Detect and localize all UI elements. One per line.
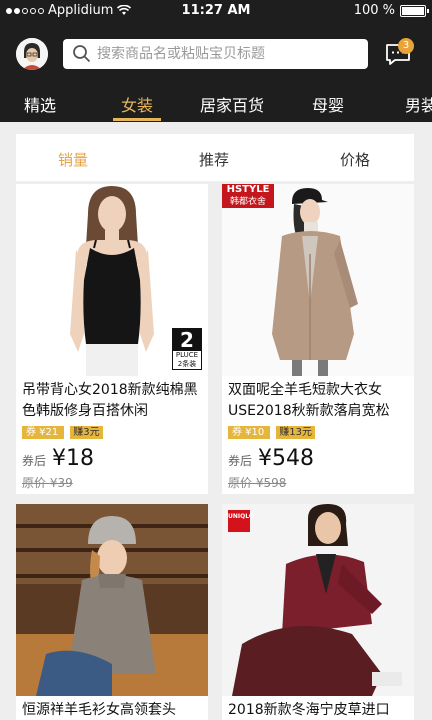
user-avatar[interactable] (16, 38, 48, 70)
product-title: 恒源祥羊毛衫女高领套头 (22, 702, 176, 718)
coupon-tag: 券 ¥21 (22, 426, 65, 439)
product-photo (16, 504, 208, 696)
message-count-badge: 3 (398, 38, 414, 54)
product-card[interactable]: 2 PLUCE 2条装 吊带背心女2018新款纯棉黑色韩版修身百搭休闲 券 ¥2… (16, 184, 208, 494)
avatar-icon (16, 38, 48, 70)
original-price: 原价 ¥598 (228, 476, 287, 490)
product-image[interactable]: UNIQLO (222, 504, 414, 696)
tab-mens-clothing[interactable]: 男装 (405, 92, 432, 116)
sort-recommended[interactable]: 推荐 (199, 149, 229, 170)
tab-baby[interactable]: 母婴 (312, 92, 344, 116)
product-photo (222, 184, 414, 376)
original-price: 原价 ¥39 (22, 476, 73, 490)
product-title: 2018新款冬海宁皮草进口 (228, 702, 390, 718)
coupon-tag: 券 ¥10 (228, 426, 271, 439)
active-tab-indicator (113, 118, 161, 121)
product-photo (222, 504, 414, 696)
product-card[interactable]: HSTYLE 韩都衣舍 双面呢全羊毛短款大衣女USE2018秋新款落肩宽松 券 … (222, 184, 414, 494)
battery-percent: 100 % (353, 3, 395, 18)
product-image[interactable]: 2 PLUCE 2条装 (16, 184, 208, 376)
two-pack-badge: 2 PLUCE 2条装 (172, 328, 202, 370)
after-coupon-price: ¥18 (52, 446, 95, 471)
sort-tabs: 销量 推荐 价格 (16, 134, 414, 182)
product-image[interactable] (16, 504, 208, 696)
category-tabs: 精选 女装 居家百货 母婴 男装 (0, 84, 432, 122)
product-image[interactable]: HSTYLE 韩都衣舍 (222, 184, 414, 376)
product-card[interactable]: 恒源祥羊毛衫女高领套头 (16, 504, 208, 720)
search-icon (73, 45, 91, 63)
sort-price[interactable]: 价格 (340, 149, 370, 170)
tab-womens-clothing[interactable]: 女装 (121, 92, 153, 116)
coupon-row: 券 ¥21 赚3元 (22, 426, 103, 439)
after-coupon-price: ¥548 (258, 446, 315, 471)
price-row: 券后 ¥18 (22, 446, 94, 471)
battery-icon (400, 4, 429, 17)
status-bar: Applidium 11:27 AM 100 % (0, 0, 432, 22)
tab-home-goods[interactable]: 居家百货 (200, 92, 264, 116)
earn-tag: 赚3元 (70, 426, 103, 439)
app-header: 3 (0, 22, 432, 84)
earn-tag: 赚13元 (276, 426, 315, 439)
product-title: 双面呢全羊毛短款大衣女USE2018秋新款落肩宽松 (228, 382, 390, 419)
brand-logo: HSTYLE 韩都衣舍 (222, 184, 274, 208)
tab-featured[interactable]: 精选 (24, 92, 56, 116)
search-bar[interactable] (63, 39, 368, 69)
status-battery: 100 % (353, 3, 429, 18)
price-row: 券后 ¥548 (228, 446, 314, 471)
brand-logo: UNIQLO (228, 510, 254, 532)
product-title: 吊带背心女2018新款纯棉黑色韩版修身百搭休闲 (22, 382, 198, 419)
search-input[interactable] (97, 46, 357, 62)
sort-sales[interactable]: 销量 (58, 149, 88, 170)
coupon-row: 券 ¥10 赚13元 (228, 426, 315, 439)
product-card[interactable]: UNIQLO 2018新款冬海宁皮草进口 (222, 504, 414, 720)
after-coupon-label: 券后 (22, 454, 47, 468)
after-coupon-label: 券后 (228, 454, 253, 468)
